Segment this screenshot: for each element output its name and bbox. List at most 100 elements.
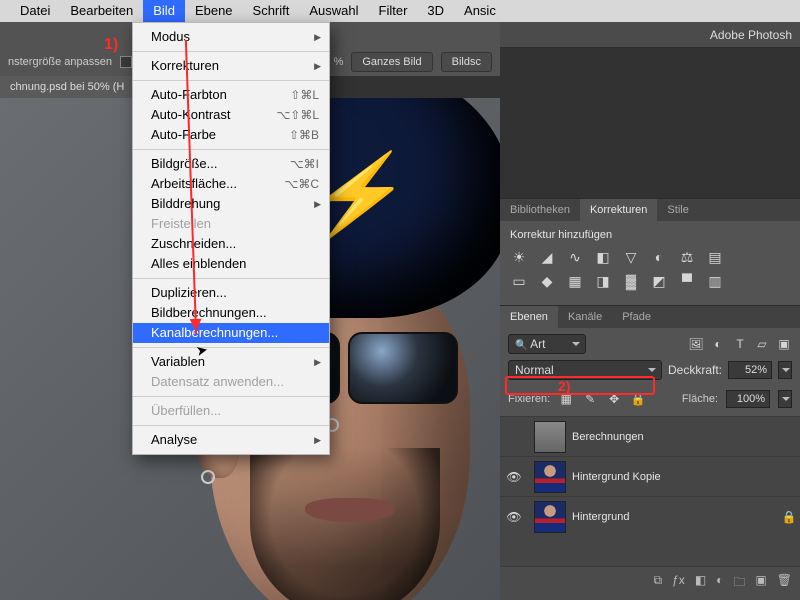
- tab-korrekturen[interactable]: Korrekturen: [580, 199, 657, 221]
- menu-item[interactable]: Auto-Farbton⇧⌘L: [133, 85, 329, 105]
- menubar-item-bearbeiten[interactable]: Bearbeiten: [60, 0, 143, 22]
- fill-label: Fläche:: [682, 393, 718, 405]
- tab-bibliotheken[interactable]: Bibliotheken: [500, 199, 580, 221]
- layer-mask-icon[interactable]: ◧: [695, 573, 706, 594]
- exposure-icon[interactable]: ◧: [594, 249, 612, 265]
- posterize-icon[interactable]: ▓: [622, 273, 640, 289]
- opacity-stepper[interactable]: [778, 361, 792, 379]
- layer-thumbnail[interactable]: [534, 461, 566, 493]
- layer-row[interactable]: Berechnungen: [500, 416, 800, 456]
- menu-item[interactable]: Modus: [133, 27, 329, 47]
- menubar-item-ebene[interactable]: Ebene: [185, 0, 243, 22]
- filter-type-icon[interactable]: T: [732, 336, 748, 352]
- hue-icon[interactable]: ◐: [650, 249, 668, 265]
- menu-item[interactable]: Auto-Kontrast⌥⇧⌘L: [133, 105, 329, 125]
- group-icon[interactable]: 🗀: [733, 573, 745, 594]
- layer-fx-icon[interactable]: ƒx: [672, 573, 685, 594]
- layer-thumbnail[interactable]: [534, 501, 566, 533]
- document-tab[interactable]: chnung.psd bei 50% (H: [0, 76, 134, 98]
- menu-item[interactable]: Duplizieren...: [133, 283, 329, 303]
- menu-item: Freistellen: [133, 214, 329, 234]
- adjustments-panel: BibliothekenKorrekturenStile Korrektur h…: [500, 198, 800, 305]
- menu-item[interactable]: Bilddrehung: [133, 194, 329, 214]
- layer-row[interactable]: 👁Hintergrund🔒: [500, 496, 800, 536]
- zoom-pct: %: [334, 56, 344, 68]
- fill-value[interactable]: 100%: [726, 390, 770, 408]
- menubar-item-schrift[interactable]: Schrift: [243, 0, 300, 22]
- menu-item[interactable]: Analyse: [133, 430, 329, 450]
- tab-stile[interactable]: Stile: [657, 199, 698, 221]
- channel-mixer-icon[interactable]: ◆: [538, 273, 556, 289]
- threshold-icon[interactable]: ◩: [650, 273, 668, 289]
- bw-icon[interactable]: ▤: [706, 249, 724, 265]
- menu-separator: [133, 51, 329, 52]
- filter-smart-icon[interactable]: ▣: [776, 336, 792, 352]
- filter-pixel-icon[interactable]: 🖼: [688, 336, 704, 352]
- vibrance-icon[interactable]: ▽: [622, 249, 640, 265]
- menu-item[interactable]: Bildberechnungen...: [133, 303, 329, 323]
- menu-separator: [133, 278, 329, 279]
- fit-window-label: nstergröße anpassen: [8, 56, 112, 68]
- photo-filter-icon[interactable]: ▭: [510, 273, 528, 289]
- menu-item[interactable]: Auto-Farbe⇧⌘B: [133, 125, 329, 145]
- layer-filter-select[interactable]: 🔍 Art: [508, 334, 586, 354]
- layer-list: Berechnungen 👁 Hintergrund Kopie 👁 Hintergru…: [500, 416, 800, 566]
- fill-screen-button[interactable]: Bildsc: [441, 52, 492, 72]
- new-layer-icon[interactable]: ▣: [755, 573, 766, 594]
- menu-item[interactable]: Kanalberechnungen...: [133, 323, 329, 343]
- gradient-map-icon[interactable]: ▀: [678, 273, 696, 289]
- tab-pfade[interactable]: Pfade: [612, 306, 661, 328]
- layers-panel-footer: ⧉ ƒx ◧ ◐ 🗀 ▣ 🗑: [500, 566, 800, 600]
- image-menu-dropdown: Modus Korrekturen Auto-Farbton⇧⌘LAuto-Kont…: [132, 22, 330, 455]
- visibility-toggle[interactable]: 👁: [500, 470, 528, 484]
- brightness-icon[interactable]: ☀: [510, 249, 528, 265]
- menu-item[interactable]: Korrekturen: [133, 56, 329, 76]
- menubar-item-datei[interactable]: Datei: [10, 0, 60, 22]
- menu-item[interactable]: Variablen: [133, 352, 329, 372]
- annotation-2: 2): [558, 378, 570, 394]
- menu-item[interactable]: Bildgröße...⌥⌘I: [133, 154, 329, 174]
- adjustments-row2: ▭ ◆ ▦ ◨ ▓ ◩ ▀ ▥: [510, 273, 790, 289]
- layer-row[interactable]: 👁 Hintergrund Kopie: [500, 456, 800, 496]
- filter-shape-icon[interactable]: ▱: [754, 336, 770, 352]
- tab-kanäle[interactable]: Kanäle: [558, 306, 612, 328]
- levels-icon[interactable]: ◢: [538, 249, 556, 265]
- colorbalance-icon[interactable]: ⚖: [678, 249, 696, 265]
- selective-color-icon[interactable]: ▥: [706, 273, 724, 289]
- fill-stepper[interactable]: [778, 390, 792, 408]
- link-layers-icon[interactable]: ⧉: [654, 573, 663, 594]
- adjustment-layer-icon[interactable]: ◐: [716, 573, 723, 594]
- annotation-1: 1): [104, 36, 118, 54]
- menubar-item-ansic[interactable]: Ansic: [454, 0, 506, 22]
- lock-position-icon[interactable]: ✥: [606, 391, 622, 407]
- menu-separator: [133, 149, 329, 150]
- menu-item[interactable]: Arbeitsfläche...⌥⌘C: [133, 174, 329, 194]
- menu-shortcut: ⌥⇧⌘L: [276, 105, 319, 125]
- layer-name[interactable]: Hintergrund: [572, 511, 778, 523]
- visibility-toggle[interactable]: 👁: [500, 510, 528, 524]
- fit-window-checkbox[interactable]: [120, 56, 132, 68]
- layer-name[interactable]: Berechnungen: [572, 431, 778, 443]
- menu-item: Datensatz anwenden...: [133, 372, 329, 392]
- curves-icon[interactable]: ∿: [566, 249, 584, 265]
- invert-icon[interactable]: ◨: [594, 273, 612, 289]
- full-image-button[interactable]: Ganzes Bild: [351, 52, 432, 72]
- menu-separator: [133, 347, 329, 348]
- delete-layer-icon[interactable]: 🗑: [777, 573, 792, 594]
- menu-item[interactable]: Alles einblenden: [133, 254, 329, 274]
- blend-mode-select[interactable]: Normal: [508, 360, 662, 380]
- layer-name[interactable]: Hintergrund Kopie: [572, 471, 778, 483]
- menubar-item-3d[interactable]: 3D: [417, 0, 454, 22]
- opacity-value[interactable]: 52%: [728, 361, 772, 379]
- color-lookup-icon[interactable]: ▦: [566, 273, 584, 289]
- menubar-item-auswahl[interactable]: Auswahl: [299, 0, 368, 22]
- lock-all-icon[interactable]: 🔒: [630, 391, 646, 407]
- menubar-item-filter[interactable]: Filter: [369, 0, 418, 22]
- filter-adjust-icon[interactable]: ◐: [710, 336, 726, 352]
- menu-shortcut: ⇧⌘L: [290, 85, 319, 105]
- menubar-item-bild[interactable]: Bild: [143, 0, 185, 22]
- tab-ebenen[interactable]: Ebenen: [500, 306, 558, 328]
- lock-brush-icon[interactable]: ✎: [582, 391, 598, 407]
- layer-thumbnail[interactable]: [534, 421, 566, 453]
- menu-item[interactable]: Zuschneiden...: [133, 234, 329, 254]
